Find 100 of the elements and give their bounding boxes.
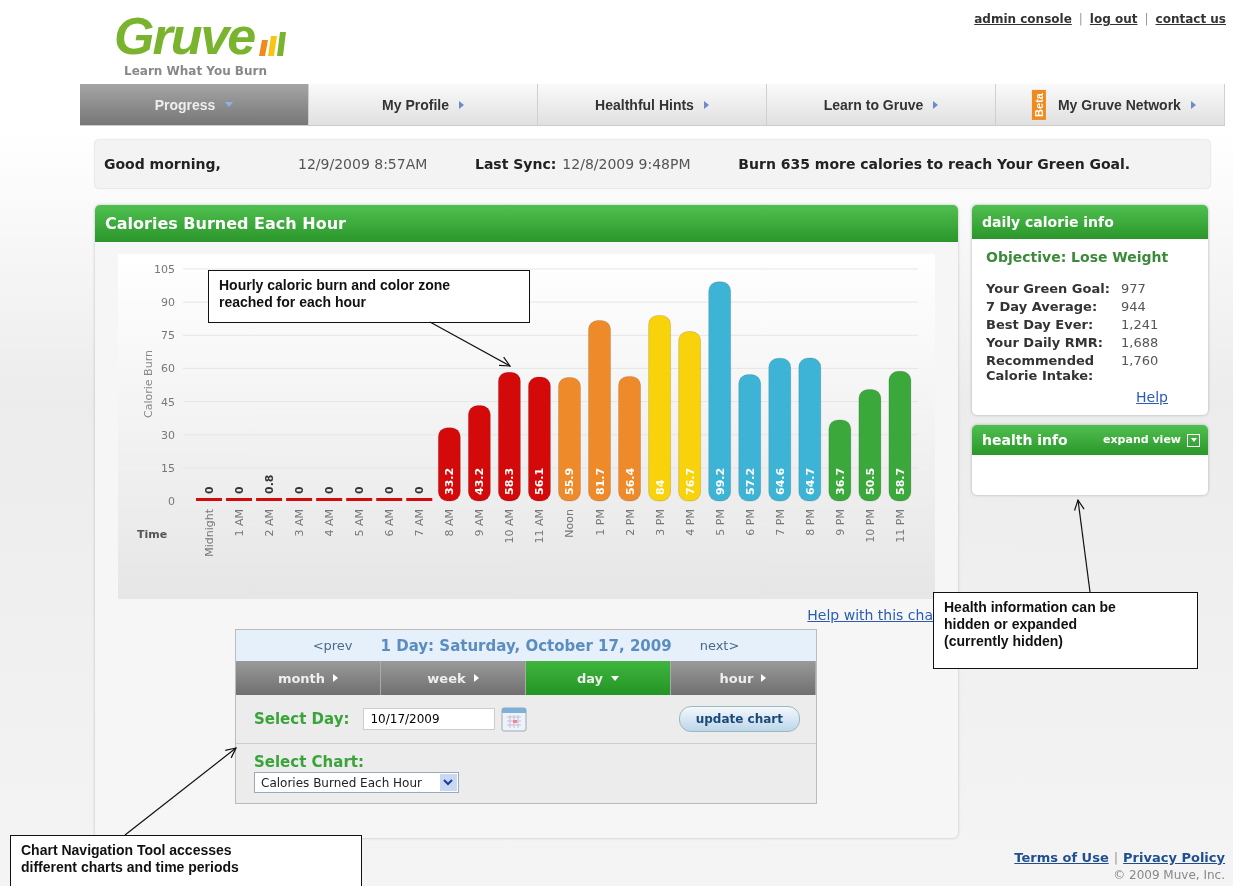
bars-icon: [258, 30, 289, 56]
chart-select[interactable]: Calories Burned Each Hour: [254, 772, 459, 793]
axis-label: 2 AM: [263, 509, 277, 537]
axis-label: 10 AM: [503, 509, 517, 544]
axis-label: 7 PM: [773, 509, 787, 536]
select-day-label: Select Day:: [254, 710, 350, 728]
bar-value-label: 33.2: [443, 467, 457, 495]
card-title: daily calorie info: [972, 205, 1208, 239]
axis-tick-label: 0: [168, 495, 175, 508]
bar-value-label: 81.7: [593, 467, 607, 495]
axis-label: 3 PM: [653, 509, 667, 536]
axis-title: Time: [137, 528, 168, 541]
chart-bar: [256, 498, 283, 501]
axis-label: 4 PM: [683, 509, 697, 536]
previous-link[interactable]: <prev: [312, 638, 353, 653]
header-link[interactable]: admin console: [974, 12, 1072, 28]
axis-label: 6 AM: [383, 509, 397, 537]
axis-label: 1 AM: [233, 509, 247, 537]
axis-label: 7 AM: [413, 509, 427, 537]
axis-label: 11 PM: [893, 509, 907, 543]
axis-label: 11 AM: [533, 509, 547, 544]
stat-label: Best Day Ever:: [986, 317, 1095, 332]
axis-tick-label: 60: [161, 362, 175, 376]
header-link[interactable]: contact us: [1155, 12, 1226, 28]
axis-label: 9 PM: [833, 509, 847, 536]
callout-note: Chart Navigation Tool accesses different charts and time periods: [10, 835, 362, 886]
bar-value-label: 58.7: [893, 467, 907, 495]
axis-label: 6 PM: [743, 509, 757, 536]
header-link[interactable]: Privacy Policy: [1123, 850, 1225, 865]
stat-value: 1,760: [1121, 353, 1160, 370]
sync-label: Last Sync:: [475, 156, 557, 172]
chart-bar: [226, 498, 253, 501]
stat-value: 944: [1121, 299, 1147, 314]
next-link[interactable]: next>: [699, 638, 740, 653]
link-separator: |: [1078, 12, 1083, 28]
period-title: 1 Day: Saturday, October 17, 2009: [380, 636, 672, 655]
bar-value-label: 58.3: [503, 467, 517, 495]
axis-label: 5 PM: [713, 509, 727, 536]
nav-tab[interactable]: Beta My Gruve Network: [996, 84, 1225, 125]
chart-bar: [376, 498, 403, 501]
help-link[interactable]: Help: [1136, 389, 1168, 405]
stat-value: 1,241: [1121, 317, 1160, 332]
bar-value-label: 56.4: [623, 467, 637, 495]
stat-value: 977: [1121, 281, 1147, 296]
date-field[interactable]: 10/17/2009: [363, 708, 496, 730]
bar-value-label: 43.2: [473, 467, 487, 495]
nav-tab[interactable]: My Profile: [309, 84, 538, 125]
axis-label: 4 AM: [323, 509, 337, 537]
logo-wordmark: Gruve: [114, 10, 255, 62]
update-chart-button[interactable]: update chart: [678, 706, 800, 732]
nav-tab[interactable]: Learn to Gruve: [767, 84, 996, 125]
bar-value-label: 64.6: [773, 467, 787, 495]
axis-tick-label: 45: [161, 395, 175, 409]
objective-text: Objective: Lose Weight: [986, 249, 1170, 265]
sync-date: 12/8/2009 9:48PM: [562, 156, 692, 172]
axis-label: 8 AM: [443, 509, 457, 537]
chart-bar: [286, 498, 313, 501]
bar-value-label: 99.2: [713, 467, 727, 495]
logo-tagline: Learn What You Burn: [124, 64, 268, 78]
axis-tick-label: 75: [161, 329, 175, 343]
bar-value-label: 0: [203, 486, 216, 494]
nav-tab[interactable]: Healthful Hints: [538, 84, 767, 125]
beta-badge: Beta: [1032, 89, 1047, 120]
axis-label: 3 AM: [293, 509, 307, 537]
bar-value-label: 0: [293, 486, 307, 494]
stat-label: Your Daily RMR:: [986, 335, 1104, 350]
axis-label: 5 AM: [353, 509, 367, 537]
stat-label: Recommended Calorie Intake:: [986, 353, 1096, 383]
bar-value-label: 84: [653, 479, 667, 495]
link-separator: |: [1144, 12, 1149, 28]
chart-help-link[interactable]: Help with this cha: [807, 607, 933, 623]
chart-bar: [196, 498, 222, 501]
header-link[interactable]: Terms of Use: [1014, 850, 1109, 865]
bar-value-label: 56.1: [533, 467, 547, 495]
link-separator: |: [1113, 850, 1119, 865]
axis-label: 8 PM: [803, 509, 817, 536]
chart-bar: [346, 498, 373, 501]
bar-value-label: 0: [353, 486, 367, 494]
bar-value-label: 55.9: [563, 467, 577, 495]
chart-bar: [406, 498, 433, 501]
bar-value-label: 50.5: [863, 467, 877, 495]
axis-label: 9 AM: [473, 509, 487, 537]
bar-value-label: 76.7: [683, 467, 697, 495]
axis-label: 10 PM: [863, 509, 877, 543]
current-date: 12/9/2009 8:57AM: [298, 156, 429, 172]
axis-label: 1 PM: [593, 509, 607, 536]
axis-label: Midnight: [203, 509, 216, 557]
axis-tick-label: 15: [161, 461, 175, 475]
bar-value-label: 0: [383, 486, 397, 494]
axis-label: 2 PM: [623, 509, 637, 536]
greeting-text: Good morning,: [104, 156, 222, 172]
axis-tick-label: 105: [154, 263, 175, 276]
panel-title: Calories Burned Each Hour: [95, 205, 958, 242]
select-chart-label: Select Chart:: [254, 753, 364, 771]
stat-label: 7 Day Average:: [986, 299, 1099, 314]
callout-note: Health information can be hidden or expanded (currently hidden): [933, 592, 1198, 669]
axis-label: Noon: [563, 509, 577, 538]
bar-value-label: 0: [233, 486, 247, 494]
bar-value-label: 57.2: [743, 467, 757, 495]
header-link[interactable]: log out: [1089, 12, 1138, 28]
